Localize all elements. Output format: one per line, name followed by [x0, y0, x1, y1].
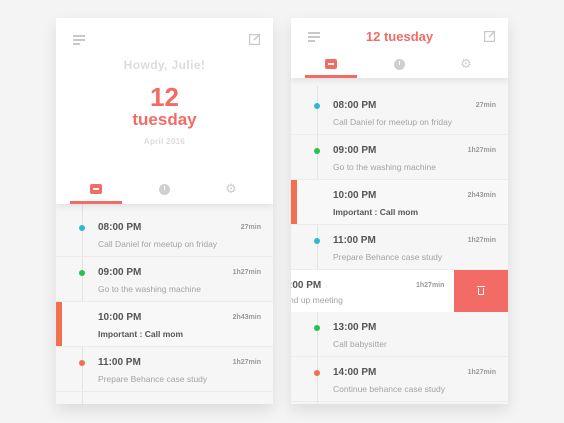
calendar-icon — [90, 184, 102, 194]
tab-bar: ⚙ — [291, 54, 508, 78]
delete-button[interactable] — [454, 270, 508, 312]
event-duration: 1h27min — [416, 282, 445, 289]
timeline-dot — [79, 360, 85, 366]
event-time: 09:00 PM — [333, 145, 377, 156]
home-screen: Howdy, Julie! 12 tuesday April 2016 ⚙ 08… — [56, 18, 273, 404]
tab-calendar[interactable] — [295, 54, 367, 78]
event-row[interactable]: 09:00 PM 1h27min Go to the washing machine — [291, 135, 508, 180]
timeline-dot — [79, 225, 85, 231]
event-time: :00 PM — [291, 280, 322, 291]
event-duration: 2h43min — [232, 314, 261, 321]
event-description: Call Daniel for meetup on friday — [98, 239, 218, 249]
important-marker — [291, 180, 297, 224]
clock-icon — [393, 59, 405, 70]
event-duration: 1h27min — [467, 237, 496, 244]
event-description: Call Daniel for meetup on friday — [333, 117, 453, 127]
date-weekday: tuesday — [132, 110, 197, 129]
active-tab-indicator — [70, 201, 122, 204]
calendar-icon — [325, 59, 337, 69]
event-time: 11:00 PM — [333, 235, 376, 246]
event-row[interactable]: 13:00 PM Call babysitter — [291, 312, 508, 357]
date-day: 12 — [150, 82, 179, 112]
event-description: Go to the washing machine — [333, 162, 437, 172]
timeline-dot — [314, 148, 320, 154]
timeline-dot — [79, 270, 85, 276]
day-header: 12 tuesday ⚙ — [291, 18, 508, 78]
event-description: Important : Call mom — [333, 207, 419, 217]
important-event-row[interactable]: 10:00 PM 2h43min Important : Call mom — [56, 302, 273, 347]
event-row[interactable]: 08:00 PM 27min Call Daniel for meetup on f… — [56, 212, 273, 257]
clock-icon — [158, 184, 170, 195]
event-description: Call babysitter — [333, 339, 387, 349]
home-header: Howdy, Julie! 12 tuesday April 2016 ⚙ — [56, 18, 273, 204]
tab-calendar[interactable] — [60, 178, 132, 204]
greeting: Howdy, Julie! — [123, 58, 206, 72]
event-time: 08:00 PM — [98, 222, 142, 233]
timeline-dot — [314, 325, 320, 331]
event-time: 13:00 PM — [333, 322, 377, 333]
event-time: 10:00 PM — [333, 190, 377, 201]
event-duration: 27min — [475, 102, 496, 109]
event-duration: 1h27min — [232, 269, 261, 276]
timeline-dot — [314, 103, 320, 109]
event-row[interactable]: 11:00 PM 1h27min Prepare Behance case stud… — [291, 225, 508, 270]
event-description: Prepare Behance case study — [333, 252, 443, 262]
event-row[interactable]: 14:00 PM 1h27min Continue behance case stu… — [291, 357, 508, 402]
event-row[interactable]: 09:00 PM 1h27min Go to the washing machine — [56, 257, 273, 302]
timeline-dot — [314, 238, 320, 244]
page-title: 12 tuesday — [365, 29, 434, 44]
day-screen: 12 tuesday ⚙ 08:00 PM 27min Call Daniel fo… — [291, 18, 508, 404]
event-duration: 1h27min — [467, 147, 496, 154]
event-description: Prepare Behance case study — [98, 374, 208, 384]
timeline-dot — [314, 370, 320, 376]
event-description: Continue behance case study — [333, 384, 445, 394]
important-event-row[interactable]: 10:00 PM 2h43min Important : Call mom — [291, 180, 508, 225]
tab-settings[interactable]: ⚙ — [430, 54, 502, 78]
event-description: Important : Call mom — [98, 329, 184, 339]
event-row[interactable]: 08:00 PM 27min Call Daniel for meetup on f… — [291, 90, 508, 135]
event-duration: 1h27min — [467, 369, 496, 376]
gear-icon: ⚙ — [225, 182, 237, 197]
gear-icon: ⚙ — [460, 57, 472, 72]
menu-icon[interactable] — [73, 35, 85, 45]
event-duration: 2h43min — [467, 192, 496, 199]
important-marker — [56, 302, 62, 346]
event-time: 10:00 PM — [98, 312, 142, 323]
event-time: 08:00 PM — [333, 100, 377, 111]
tab-clock[interactable] — [363, 54, 435, 78]
date-month: April 2016 — [143, 137, 186, 146]
event-time: 11:00 PM — [98, 357, 141, 368]
event-description: Go to the washing machine — [98, 284, 202, 294]
swiped-event-row[interactable]: :00 PM 1h27min nd up meeting — [291, 270, 508, 312]
event-duration: 27min — [240, 224, 261, 231]
active-tab-indicator — [305, 75, 357, 78]
tab-settings[interactable]: ⚙ — [195, 178, 267, 204]
event-time: 09:00 PM — [98, 267, 142, 278]
event-row[interactable]: 11:00 PM 1h27min Prepare Behance case stud… — [56, 347, 273, 392]
edit-icon[interactable] — [249, 33, 261, 45]
trash-icon — [477, 285, 485, 295]
tab-bar: ⚙ — [56, 178, 273, 204]
event-description: nd up meeting — [291, 295, 343, 305]
tab-clock[interactable] — [128, 178, 200, 204]
event-time: 14:00 PM — [333, 367, 377, 378]
event-duration: 1h27min — [232, 359, 261, 366]
